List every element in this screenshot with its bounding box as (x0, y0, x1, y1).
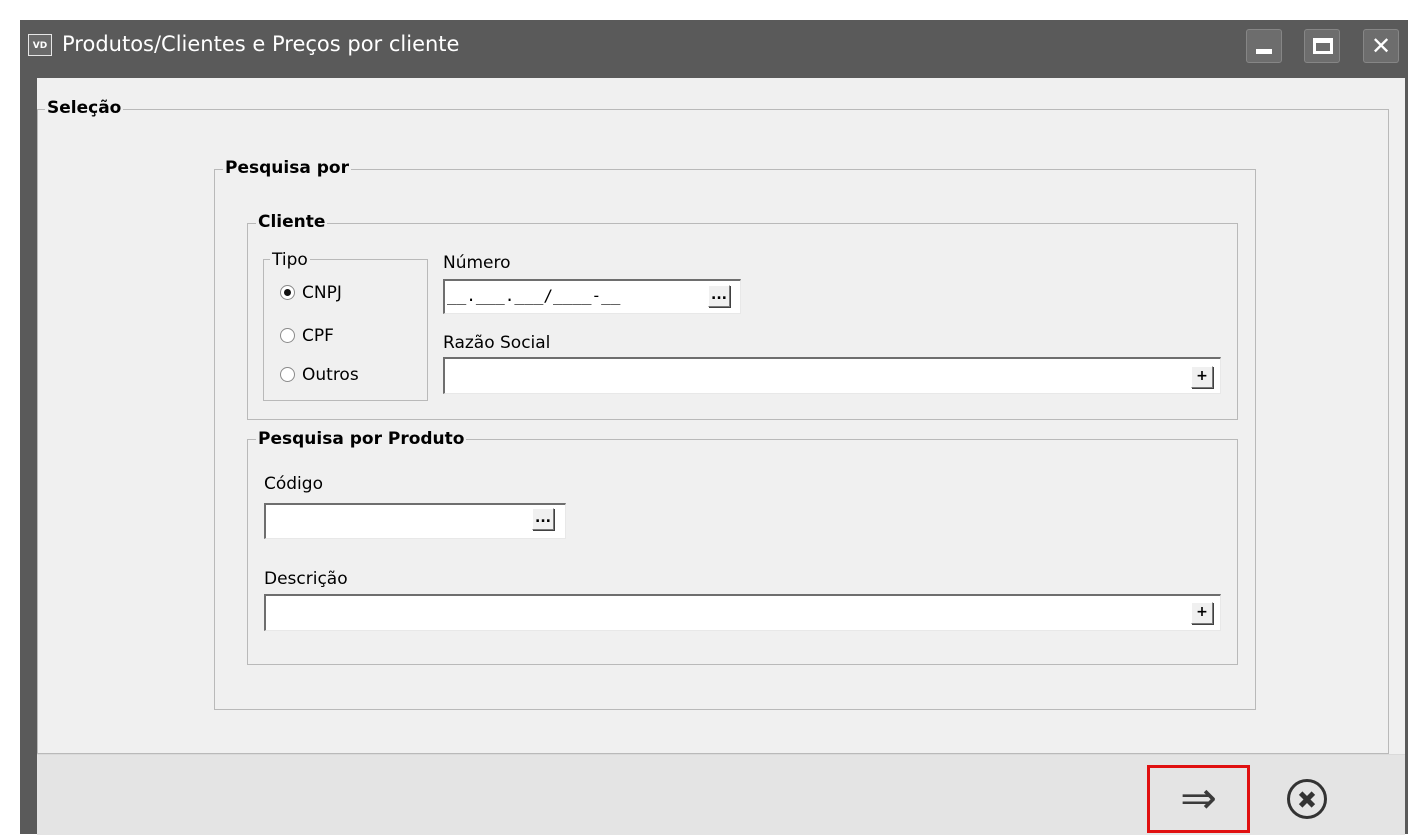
descricao-add-button[interactable]: + (1191, 602, 1213, 624)
arrow-right-icon: ⇒ (1180, 773, 1217, 824)
razao-social-field[interactable] (443, 357, 1221, 394)
radio-cnpj[interactable]: CNPJ (280, 283, 400, 305)
pesquisa-por-legend: Pesquisa por (223, 158, 351, 178)
close-icon: ✕ (1370, 32, 1392, 60)
close-button[interactable] (1283, 775, 1333, 825)
minimize-icon (1256, 49, 1272, 54)
descricao-label: Descrição (264, 569, 348, 589)
cliente-legend: Cliente (256, 212, 328, 232)
razao-social-label: Razão Social (443, 333, 551, 353)
radio-outros[interactable]: Outros (280, 365, 400, 387)
radio-cpf[interactable]: CPF (280, 326, 400, 348)
maximize-button[interactable] (1304, 29, 1340, 63)
descricao-field[interactable] (264, 594, 1221, 631)
numero-field[interactable]: __.___.___/____-__ (443, 279, 741, 314)
next-button[interactable]: ⇒ (1147, 765, 1250, 833)
close-circle-icon (1287, 779, 1327, 819)
numero-lookup-button[interactable]: ... (708, 285, 730, 307)
produto-legend: Pesquisa por Produto (256, 429, 467, 449)
tipo-legend: Tipo (270, 250, 310, 270)
window-title: Produtos/Clientes e Preços por cliente (62, 32, 460, 56)
produto-group (247, 439, 1238, 665)
codigo-field[interactable] (264, 503, 566, 539)
main-window: VD Produtos/Clientes e Preços por client… (20, 20, 1408, 835)
radio-button[interactable] (280, 328, 295, 343)
radio-outros-label: Outros (302, 365, 359, 385)
title-bar[interactable]: VD Produtos/Clientes e Preços por client… (20, 20, 1408, 78)
numero-label: Número (443, 253, 511, 273)
radio-button[interactable] (280, 285, 295, 300)
radio-cpf-label: CPF (302, 326, 334, 346)
codigo-lookup-button[interactable]: ... (532, 508, 554, 530)
maximize-icon (1313, 38, 1333, 54)
razao-social-add-button[interactable]: + (1191, 366, 1213, 388)
selecao-legend: Seleção (45, 98, 124, 118)
dialog-body: Seleção Pesquisa por Cliente Tipo CNPJ C… (37, 78, 1405, 835)
close-window-button[interactable]: ✕ (1363, 29, 1399, 63)
radio-cnpj-label: CNPJ (302, 283, 342, 303)
radio-button[interactable] (280, 367, 295, 382)
app-icon: VD (28, 34, 52, 56)
codigo-label: Código (264, 474, 323, 494)
minimize-button[interactable] (1246, 29, 1282, 63)
